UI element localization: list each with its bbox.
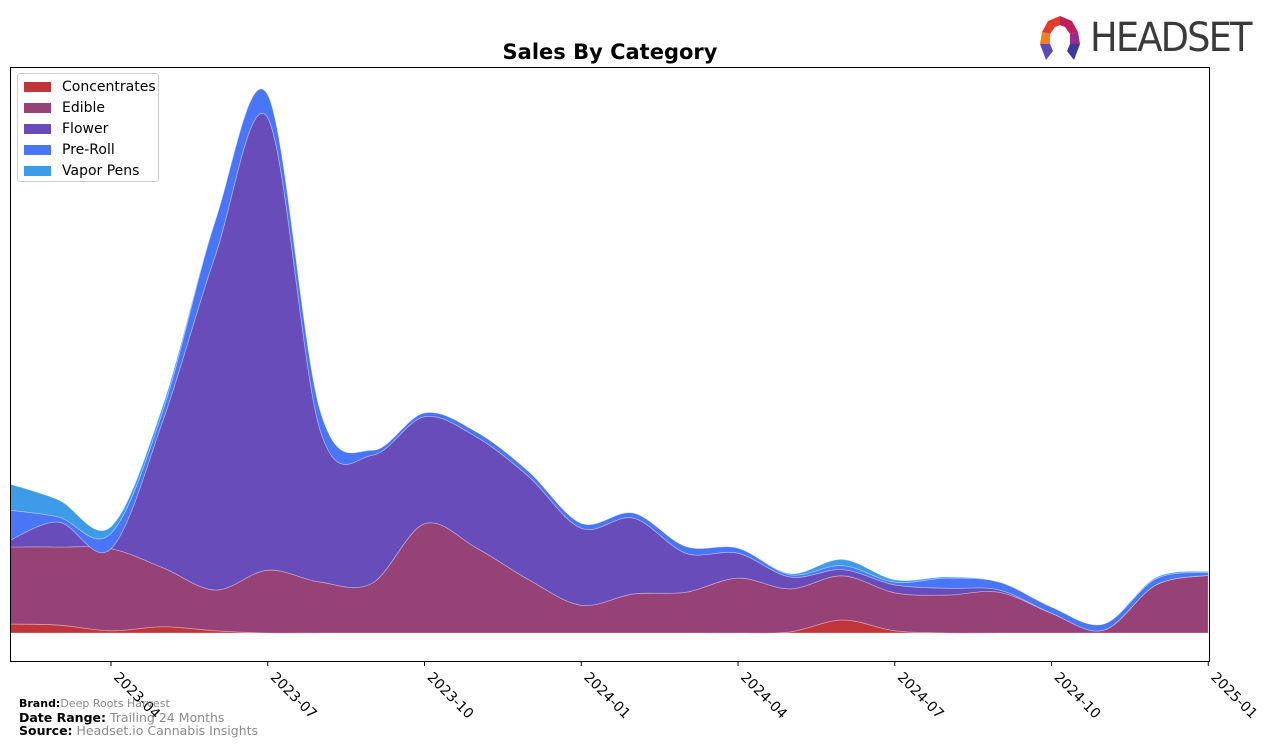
legend-swatch bbox=[24, 82, 51, 92]
brand-value: Deep Roots Harvest bbox=[60, 697, 170, 710]
headset-logo-icon bbox=[1040, 16, 1080, 60]
legend-swatch bbox=[24, 145, 51, 155]
legend-swatch bbox=[24, 166, 51, 176]
legend-item-pre-roll: Pre-Roll bbox=[24, 142, 115, 158]
legend-label: Edible bbox=[62, 100, 106, 116]
x-tick-label: 2025-01 bbox=[1207, 670, 1260, 723]
legend-item-edible: Edible bbox=[24, 100, 105, 116]
area-flower bbox=[9, 113, 1209, 632]
legend-label: Concentrates bbox=[62, 79, 156, 95]
legend-label: Vapor Pens bbox=[62, 163, 140, 179]
x-tick-label: 2024-04 bbox=[737, 670, 790, 723]
legend-label: Flower bbox=[62, 121, 109, 137]
x-tick-label: 2024-07 bbox=[894, 670, 947, 723]
sales-by-category-chart: Sales By Category 2023-04 2023-07 2023-10 2… bbox=[9, 40, 1260, 722]
x-tick-label: 2023-10 bbox=[424, 670, 477, 723]
legend-item-concentrates: Concentrates bbox=[24, 79, 156, 95]
brand-label: Brand: bbox=[19, 697, 61, 710]
source-value: Headset.io Cannabis Insights bbox=[76, 723, 259, 738]
footer-brand: Brand:Deep Roots Harvest bbox=[19, 697, 170, 710]
legend-label: Pre-Roll bbox=[62, 142, 115, 158]
footer-source: Source: Headset.io Cannabis Insights bbox=[19, 723, 258, 738]
source-label: Source: bbox=[19, 723, 73, 738]
legend-item-vapor-pens: Vapor Pens bbox=[24, 163, 139, 179]
headset-logo-text: HEADSET bbox=[1090, 15, 1252, 61]
legend-item-flower: Flower bbox=[24, 121, 108, 137]
stacked-areas bbox=[9, 88, 1209, 634]
legend: Concentrates Edible Flower Pre-Roll Vapor Pe… bbox=[17, 73, 159, 182]
headset-logo: HEADSET bbox=[1036, 14, 1265, 62]
x-tick-label: 2024-10 bbox=[1051, 670, 1104, 723]
legend-swatch bbox=[24, 124, 51, 134]
x-axis: 2023-04 2023-07 2023-10 2024-01 2024-04 2024-… bbox=[110, 661, 1260, 722]
legend-swatch bbox=[24, 103, 51, 113]
chart-title: Sales By Category bbox=[503, 40, 718, 64]
x-tick-label: 2023-07 bbox=[267, 670, 320, 723]
x-tick-label: 2024-01 bbox=[580, 670, 633, 723]
